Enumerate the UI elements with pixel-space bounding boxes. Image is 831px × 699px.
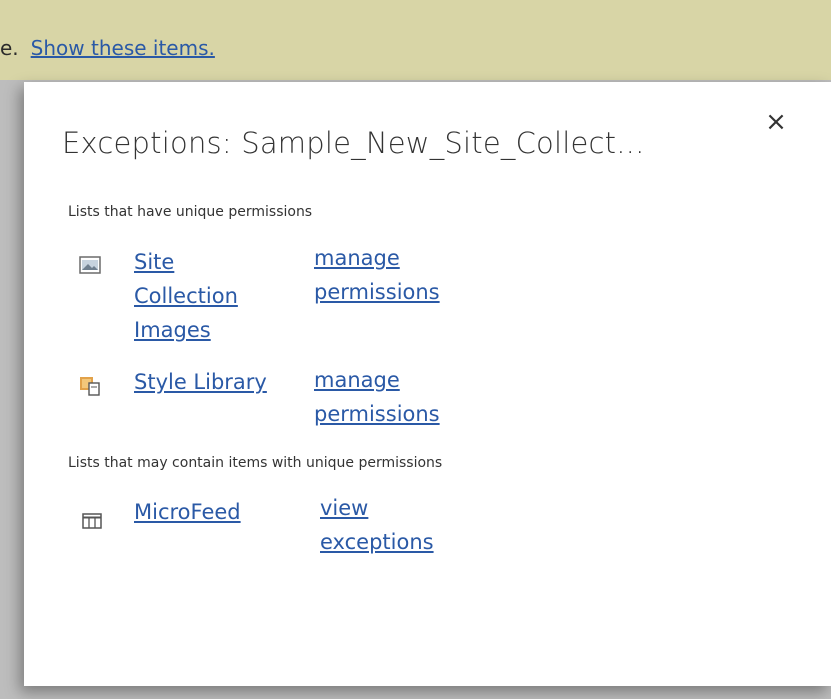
close-button[interactable]: ×	[762, 108, 790, 136]
view-exceptions-link-microfeed[interactable]: view exceptions	[320, 491, 434, 559]
notification-leading-text: e.	[0, 36, 19, 60]
exceptions-dialog: Exceptions: Sample_New_Site_Collect... ×…	[24, 82, 831, 686]
section-heading-unique-permissions: Lists that have unique permissions	[68, 204, 313, 220]
image-library-icon	[79, 254, 101, 276]
section-heading-items-unique-permissions: Lists that may contain items with unique…	[68, 455, 443, 471]
item-name-line: Images	[134, 318, 211, 342]
notification-text: e. Show these items.	[0, 36, 215, 60]
item-name-line: Style Library	[134, 370, 267, 394]
style-library-link[interactable]: Style Library	[134, 365, 267, 399]
item-name-line: MicroFeed	[134, 500, 241, 524]
close-icon: ×	[765, 107, 787, 137]
action-line: permissions	[314, 402, 440, 426]
notification-bar: e. Show these items.	[0, 0, 831, 80]
action-line: view	[320, 496, 369, 520]
action-line: exceptions	[320, 530, 434, 554]
item-name-line: Site	[134, 250, 175, 274]
action-line: manage	[314, 368, 400, 392]
list-icon	[81, 510, 103, 532]
manage-permissions-link-style-library[interactable]: manage permissions	[314, 363, 440, 431]
style-library-icon	[79, 374, 101, 396]
action-line: manage	[314, 246, 400, 270]
show-these-items-link[interactable]: Show these items.	[31, 36, 215, 60]
site-collection-images-link[interactable]: Site Collection Images	[134, 245, 238, 347]
microfeed-link[interactable]: MicroFeed	[134, 495, 241, 529]
action-line: permissions	[314, 280, 440, 304]
item-name-line: Collection	[134, 284, 238, 308]
dialog-title: Exceptions: Sample_New_Site_Collect...	[62, 126, 645, 160]
manage-permissions-link-site-collection-images[interactable]: manage permissions	[314, 241, 440, 309]
